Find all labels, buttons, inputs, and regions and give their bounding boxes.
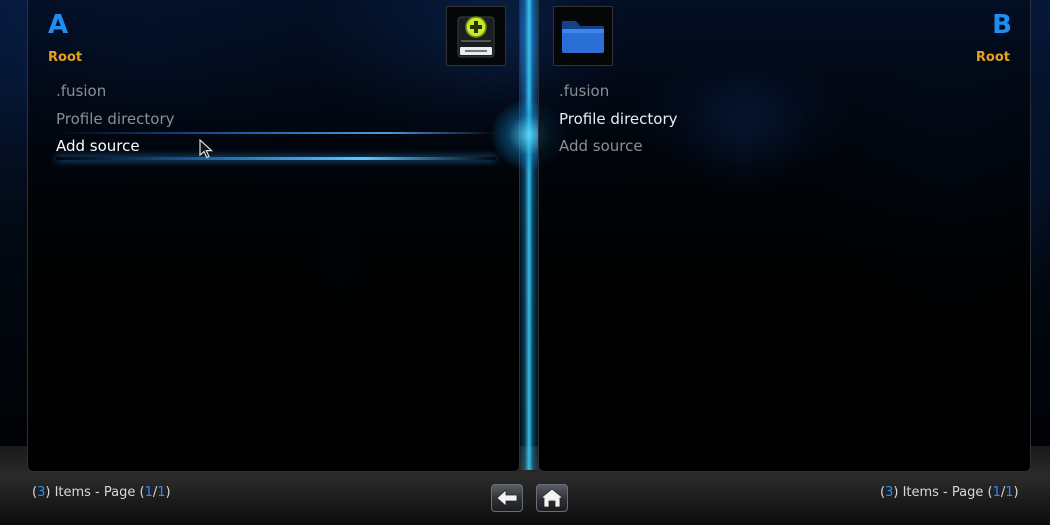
list-item-selected[interactable]: Profile directory — [559, 106, 999, 134]
pane-b-path: Root — [975, 50, 1010, 65]
pane-a-status: (3) Items - Page (1/1) — [32, 485, 171, 500]
back-button[interactable] — [491, 484, 523, 512]
pane-a-letter: A — [48, 10, 69, 40]
home-button[interactable] — [536, 484, 568, 512]
list-item-focused[interactable]: Add source — [56, 133, 496, 161]
pane-a-file-list: .fusion Profile directory Add source — [56, 78, 496, 161]
home-icon — [539, 488, 565, 508]
pane-b-status: (3) Items - Page (1/1) — [880, 485, 1019, 500]
pane-b-letter: B — [992, 10, 1012, 40]
pane-b-thumbnail — [553, 6, 613, 66]
list-item[interactable]: .fusion — [56, 78, 496, 106]
pane-divider-glow — [519, 0, 539, 470]
pane-b-file-list: .fusion Profile directory Add source — [559, 78, 999, 161]
list-item[interactable]: Profile directory — [56, 106, 496, 134]
pane-a[interactable]: A Root .fusion Profile directory Add sou… — [27, 0, 520, 472]
list-item[interactable]: .fusion — [559, 78, 999, 106]
pane-b[interactable]: B Root .fusion Profile directory Add sou… — [538, 0, 1031, 472]
back-arrow-icon — [496, 489, 518, 507]
folder-icon — [562, 21, 604, 53]
mouse-cursor-icon — [199, 139, 213, 159]
pane-a-thumbnail — [446, 6, 506, 66]
pane-a-path: Root — [48, 50, 83, 65]
add-source-drive-icon — [457, 16, 495, 58]
list-item[interactable]: Add source — [559, 133, 999, 161]
file-manager-screen: A Root .fusion Profile directory Add sou… — [0, 0, 1050, 525]
